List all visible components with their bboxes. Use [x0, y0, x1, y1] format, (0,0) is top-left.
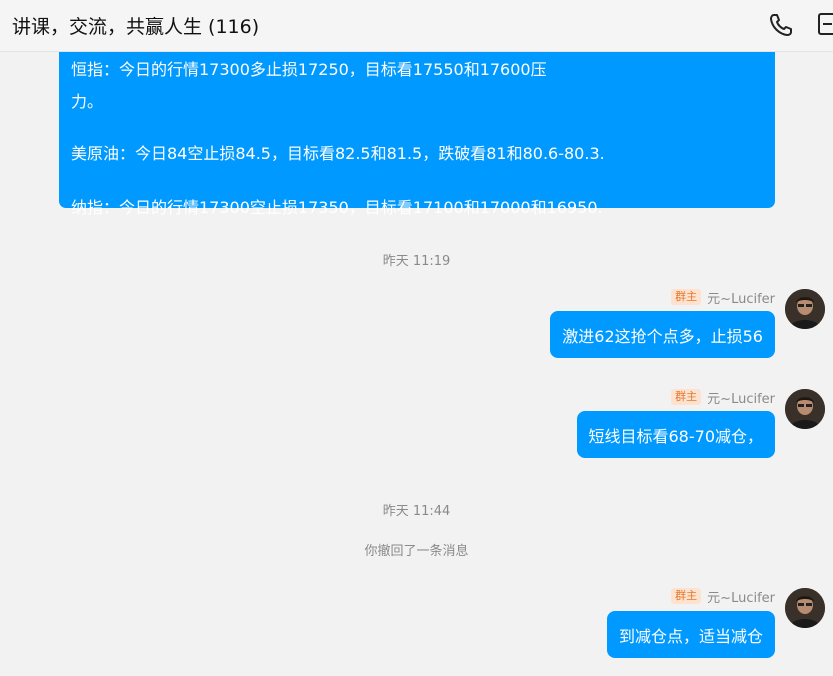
message-list[interactable]: 恒指：今日的行情17300多止损17250，目标看17550和17600压 力。…	[0, 52, 833, 676]
message-line: 美原油：今日84空止损84.5，目标看82.5和81.5，跌破看81和80.6-…	[71, 144, 605, 163]
message-bubble[interactable]: 激进62这抢个点多，止损56	[550, 311, 775, 358]
sender-name[interactable]: 元~Lucifer	[707, 388, 775, 407]
owner-badge: 群主	[671, 289, 702, 305]
more-icon[interactable]	[816, 10, 833, 40]
chat-title: 讲课，交流，共赢人生 (116)	[12, 16, 260, 38]
owner-badge: 群主	[671, 389, 702, 405]
message-line: 力。	[71, 92, 104, 111]
message-line: 恒指：今日的行情17300多止损17250，目标看17550和17600压	[71, 60, 547, 79]
sender-name[interactable]: 元~Lucifer	[707, 288, 775, 307]
message-line: 纳指：今日的行情17300空止损17350，目标看17100和17000和169…	[71, 198, 603, 217]
avatar[interactable]	[785, 588, 825, 628]
chat-header: 讲课，交流，共赢人生 (116)	[0, 0, 833, 52]
message-bubble-long[interactable]: 恒指：今日的行情17300多止损17250，目标看17550和17600压 力。…	[59, 52, 775, 217]
message-bubble[interactable]: 到减仓点，适当减仓	[606, 611, 775, 658]
timestamp: 昨天 11:19	[382, 254, 451, 269]
recall-notice: 你撤回了一条消息	[364, 544, 469, 559]
sender-name[interactable]: 元~Lucifer	[707, 587, 775, 606]
sender-info: 群主 元~Lucifer	[671, 388, 775, 407]
avatar[interactable]	[785, 389, 825, 429]
sender-info: 群主 元~Lucifer	[671, 587, 775, 606]
timestamp: 昨天 11:44	[382, 504, 451, 519]
message-bubble[interactable]: 短线目标看68-70减仓，	[576, 411, 775, 458]
sender-info: 群主 元~Lucifer	[671, 288, 775, 307]
owner-badge: 群主	[671, 588, 702, 604]
phone-icon[interactable]	[766, 10, 796, 40]
avatar[interactable]	[785, 289, 825, 329]
